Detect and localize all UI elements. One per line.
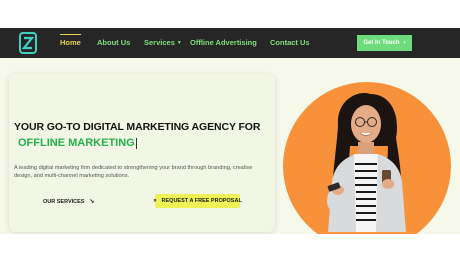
nav-home[interactable]: Home <box>60 34 81 49</box>
our-services-link[interactable]: OUR SERVICES ➘ <box>43 198 95 205</box>
chevron-right-icon: › <box>403 40 406 46</box>
chevron-down-icon: ▼ <box>176 40 182 47</box>
nav-contact-us[interactable]: Contact Us <box>270 37 310 49</box>
nav-about-us[interactable]: About Us <box>97 37 130 49</box>
our-services-label: OUR SERVICES <box>43 199 85 205</box>
request-proposal-label: REQUEST A FREE PROPOSAL <box>161 198 242 204</box>
double-chevron-icon: » <box>153 198 157 204</box>
nav-services[interactable]: Services ▼ <box>144 37 182 49</box>
get-in-touch-button[interactable]: Get In Touch › <box>357 35 412 51</box>
nav-services-label: Services <box>144 38 175 47</box>
page-bottom <box>0 234 460 260</box>
hero-title: YOUR GO-TO DIGITAL MARKETING AGENCY FOR <box>14 121 261 133</box>
hero-person-image <box>327 93 406 232</box>
request-proposal-button[interactable]: » REQUEST A FREE PROPOSAL <box>153 194 242 208</box>
navbar: Home About Us Services ▼ Offline Advertis… <box>0 28 460 58</box>
arrow-icon: ➘ <box>89 199 95 205</box>
nav-offline-advertising[interactable]: Offline Advertising <box>190 37 257 49</box>
hero-description: A leading digital marketing firm dedicat… <box>14 165 253 179</box>
logo-icon[interactable] <box>19 32 37 54</box>
hero-card <box>9 74 275 232</box>
text-cursor <box>135 137 137 149</box>
hero-highlight: OFFLINE MARKETING <box>18 137 137 149</box>
hero-highlight-text: OFFLINE MARKETING <box>18 137 135 149</box>
get-in-touch-label: Get In Touch <box>363 40 400 46</box>
